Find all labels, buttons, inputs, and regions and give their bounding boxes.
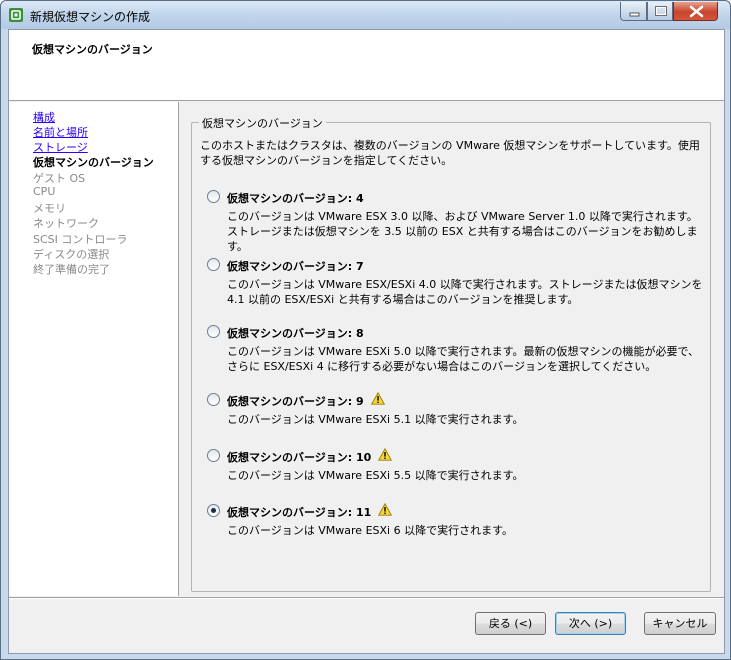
option-label-version-4[interactable]: 仮想マシンのバージョン: 4 [227,190,364,206]
vsphere-logo-icon [9,8,23,22]
option-label-version-8[interactable]: 仮想マシンのバージョン: 8 [227,325,364,341]
warning-triangle-icon [371,392,385,405]
option-desc-version-10: このバージョンは VMware ESXi 5.5 以降で実行されます。 [227,469,524,482]
group-title: 仮想マシンのバージョン [199,115,326,131]
warning-triangle-icon [378,448,392,461]
step-guest-os: ゲスト OS [33,172,86,185]
step-configuration[interactable]: 構成 [33,109,55,125]
warning-triangle-icon [378,503,392,516]
step-ready-to-complete: 終了準備の完了 [33,263,110,276]
radio-version-11[interactable] [207,504,220,517]
cancel-button[interactable]: キャンセル [644,612,716,635]
wizard-window: 新規仮想マシンの作成 仮想マシンのバージョン 構成 名前と場所 ストレージ 仮想… [0,0,731,660]
option-desc-version-9: このバージョンは VMware ESXi 5.1 以降で実行されます。 [227,413,524,426]
option-label-version-11[interactable]: 仮想マシンのバージョン: 11 [227,504,371,520]
radio-version-8[interactable] [207,325,220,338]
step-select-disk: ディスクの選択 [33,248,110,261]
radio-version-4[interactable] [207,190,220,203]
minimize-icon [629,12,640,17]
intro-text: このホストまたはクラスタは、複数のバージョンの VMware 仮想マシンをサポー… [200,139,700,167]
window-title: 新規仮想マシンの作成 [30,10,151,24]
wizard-header: 仮想マシンのバージョン [9,30,724,101]
close-button[interactable] [673,2,718,21]
option-label-version-9[interactable]: 仮想マシンのバージョン: 9 [227,393,364,409]
wizard-main-panel: 仮想マシンのバージョン このホストまたはクラスタは、複数のバージョンの VMwa… [180,102,724,596]
back-button[interactable]: 戻る (<) [475,612,546,635]
page-title: 仮想マシンのバージョン [32,43,153,56]
close-icon [689,5,704,18]
maximize-button[interactable] [647,2,673,21]
step-memory: メモリ [33,202,66,215]
title-bar[interactable]: 新規仮想マシンの作成 [1,1,730,29]
footer-separator [9,597,724,599]
step-scsi-controller: SCSI コントローラ [33,233,128,246]
option-desc-version-11: このバージョンは VMware ESXi 6 以降で実行されます。 [227,524,513,537]
step-storage[interactable]: ストレージ [33,139,88,155]
vm-version-group: 仮想マシンのバージョン このホストまたはクラスタは、複数のバージョンの VMwa… [191,115,711,592]
next-button[interactable]: 次へ (>) [555,612,626,635]
option-label-version-10[interactable]: 仮想マシンのバージョン: 10 [227,449,371,465]
minimize-button[interactable] [620,2,647,21]
maximize-icon [655,6,667,16]
step-name-location[interactable]: 名前と場所 [33,124,88,140]
radio-version-9[interactable] [207,393,220,406]
wizard-steps-panel: 構成 名前と場所 ストレージ 仮想マシンのバージョン ゲスト OS CPU メモ… [9,102,179,596]
option-desc-version-8: このバージョンは VMware ESXi 5.0 以降で実行されます。最新の仮想… [227,345,700,373]
step-network: ネットワーク [33,217,99,230]
wizard-client-area: 仮想マシンのバージョン 構成 名前と場所 ストレージ 仮想マシンのバージョン ゲ… [8,29,725,654]
step-vm-version: 仮想マシンのバージョン [33,156,154,169]
step-cpu: CPU [33,185,56,198]
option-desc-version-4: このバージョンは VMware ESX 3.0 以降、および VMware Se… [227,210,698,253]
option-desc-version-7: このバージョンは VMware ESX/ESXi 4.0 以降で実行されます。ス… [227,278,703,306]
option-label-version-7[interactable]: 仮想マシンのバージョン: 7 [227,258,364,274]
radio-version-10[interactable] [207,449,220,462]
radio-version-7[interactable] [207,258,220,271]
